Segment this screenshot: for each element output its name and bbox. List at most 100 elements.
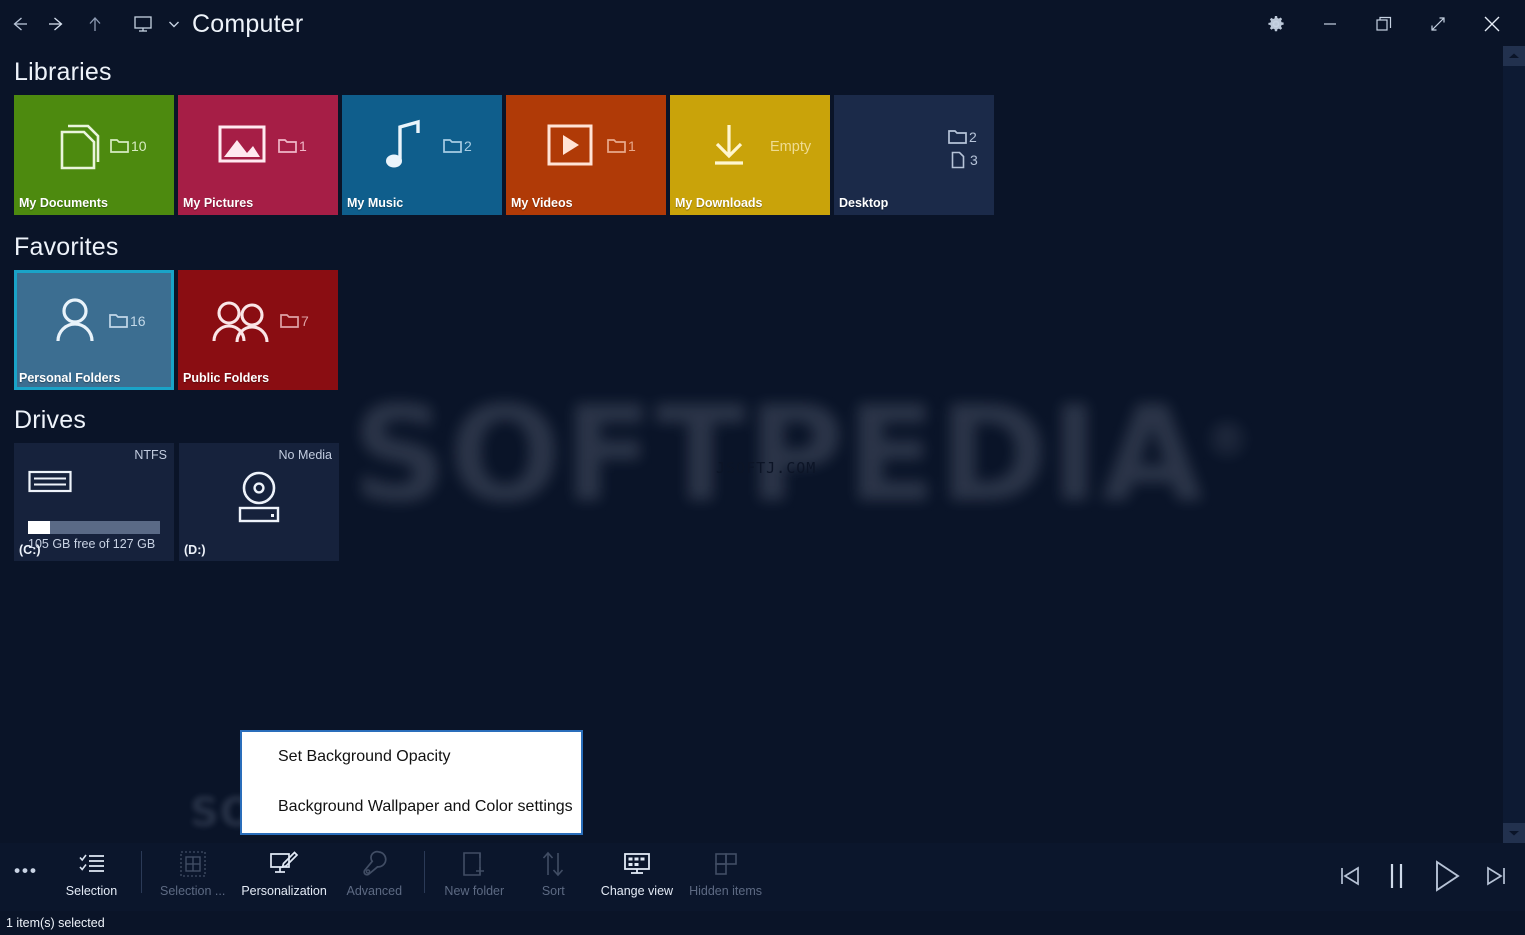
tile-personal-folders[interactable]: 16 Personal Folders (14, 270, 174, 390)
skip-next-icon (1487, 866, 1505, 886)
media-pause-button[interactable] (1383, 861, 1409, 891)
tile-badge-folders: 1 (607, 137, 636, 154)
drive-usage-bar (28, 521, 160, 534)
command-sort[interactable]: Sort (514, 843, 593, 907)
close-button[interactable] (1473, 4, 1511, 44)
page-title: Computer (192, 9, 304, 38)
selection-list-icon (78, 849, 106, 879)
folder-icon (278, 139, 297, 153)
status-bar: 1 item(s) selected (0, 911, 1525, 935)
app-window: SOFTPEDIA® SOFTPEDIA® JSOFTJ.COM JSOFTJ.… (0, 0, 1525, 935)
folder-icon (280, 314, 299, 328)
command-selection[interactable]: Selection (52, 843, 131, 907)
vertical-scrollbar[interactable] (1503, 46, 1525, 843)
back-button[interactable] (0, 4, 38, 44)
drive-tile-c[interactable]: NTFS 105 GB free of 127 GB (C:) (14, 443, 174, 561)
change-view-icon (622, 849, 652, 879)
tile-badge-folders: 1 (278, 137, 307, 154)
media-play-button[interactable] (1429, 859, 1463, 893)
command-personalization[interactable]: Personalization (233, 843, 334, 907)
command-new-folder[interactable]: New folder (435, 843, 514, 907)
tile-status-empty: Empty (770, 139, 812, 155)
selection-grid-icon (180, 849, 206, 879)
skip-previous-icon (1341, 866, 1359, 886)
command-label: Hidden items (689, 884, 763, 898)
command-selection-more[interactable]: Selection ... (152, 843, 233, 907)
hidden-items-icon (713, 849, 739, 879)
tile-badge-folders: 7 (280, 312, 309, 329)
tile-label: My Downloads (675, 196, 763, 210)
user-icon (14, 270, 174, 370)
new-folder-icon (461, 849, 487, 879)
window-controls (1257, 4, 1525, 44)
tile-public-folders[interactable]: 7 Public Folders (178, 270, 338, 390)
tile-badge-files: 3 (951, 151, 978, 169)
tile-my-documents[interactable]: 10 My Documents (14, 95, 174, 215)
personalization-icon (269, 849, 299, 879)
tile-my-downloads[interactable]: Empty My Downloads (670, 95, 830, 215)
users-icon (178, 270, 338, 370)
command-separator (423, 851, 425, 893)
tile-my-music[interactable]: 2 My Music (342, 95, 502, 215)
tile-badge-folders: 2 (948, 128, 977, 145)
wrench-icon (361, 849, 387, 879)
tile-desktop[interactable]: 2 3 Desktop (834, 95, 994, 215)
media-controls (1337, 843, 1525, 893)
harddisk-icon (28, 469, 72, 500)
close-icon (1484, 16, 1500, 32)
tile-label: Public Folders (183, 371, 270, 385)
scroll-up-button[interactable] (1503, 46, 1525, 66)
folder-icon (109, 314, 128, 328)
picture-icon (178, 95, 338, 195)
drive-tile-d[interactable]: No Media (D:) (179, 443, 339, 561)
caret-up-icon (1509, 53, 1519, 58)
drive-letter: (D:) (184, 543, 206, 557)
command-label: Advanced (346, 884, 403, 898)
scroll-down-button[interactable] (1503, 823, 1525, 843)
tile-my-videos[interactable]: 1 My Videos (506, 95, 666, 215)
media-previous-button[interactable] (1337, 863, 1363, 889)
command-change-view[interactable]: Change view (593, 843, 681, 907)
play-icon (1436, 860, 1460, 892)
gear-icon (1268, 16, 1284, 32)
breadcrumb-dropdown-button[interactable] (162, 4, 186, 44)
restore-button[interactable] (1365, 4, 1403, 44)
command-label: Sort (541, 884, 565, 898)
file-icon (951, 151, 965, 169)
tile-my-pictures[interactable]: 1 My Pictures (178, 95, 338, 215)
context-menu-item-set-background-opacity[interactable]: Set Background Opacity (242, 732, 581, 782)
command-list: Selection Selection ... Personalization … (52, 843, 770, 907)
forward-arrow-icon (49, 17, 63, 31)
favorites-tile-row: 16 Personal Folders 7 Public Folders (0, 270, 1510, 390)
tile-label: Personal Folders (19, 371, 121, 385)
fullscreen-button[interactable] (1419, 4, 1457, 44)
minimize-button[interactable] (1311, 4, 1349, 44)
settings-button[interactable] (1257, 4, 1295, 44)
folder-icon (443, 139, 462, 153)
media-next-button[interactable] (1483, 863, 1509, 889)
command-label: Selection ... (160, 884, 226, 898)
tile-label: My Documents (19, 196, 108, 210)
tile-label: Desktop (839, 196, 889, 210)
drive-media-status: No Media (278, 448, 333, 462)
command-separator (141, 851, 142, 893)
documents-icon (14, 95, 174, 195)
drive-free-space: 105 GB free of 127 GB (28, 537, 156, 551)
scrollbar-track[interactable] (1503, 66, 1525, 823)
drive-filesystem: NTFS (134, 448, 167, 462)
command-advanced[interactable]: Advanced (335, 843, 414, 907)
music-note-icon (342, 95, 502, 195)
drive-letter: (C:) (19, 543, 41, 557)
overflow-menu-button[interactable]: ••• (0, 843, 52, 911)
tile-label: My Music (347, 196, 404, 210)
context-menu-item-background-wallpaper-and-color-settings[interactable]: Background Wallpaper and Color settings (242, 782, 581, 832)
up-arrow-icon (89, 17, 101, 31)
folder-icon (948, 130, 967, 144)
forward-button[interactable] (38, 4, 76, 44)
folder-icon (110, 139, 129, 153)
command-hidden-items[interactable]: Hidden items (681, 843, 770, 907)
restore-icon (1376, 16, 1392, 31)
drives-tile-row: NTFS 105 GB free of 127 GB (C:) No Media (0, 443, 1510, 561)
location-monitor-button[interactable] (124, 4, 162, 44)
up-button[interactable] (76, 4, 114, 44)
